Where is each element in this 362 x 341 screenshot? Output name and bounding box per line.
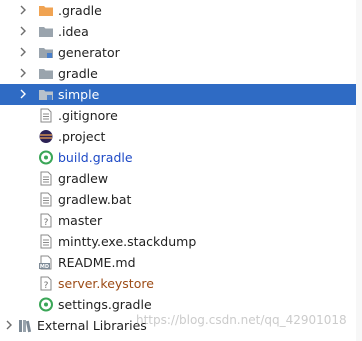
tree-item-gradlew-bat[interactable]: gradlew.bat (0, 189, 362, 210)
markdown-file-icon: MD (38, 255, 54, 270)
tree-item-server-keystore[interactable]: ? server.keystore (0, 273, 362, 294)
gradle-file-icon (38, 297, 54, 312)
tree-item-label: simple (58, 87, 100, 102)
unknown-file-icon: ? (38, 276, 54, 291)
svg-text:?: ? (44, 281, 49, 291)
tree-item-project[interactable]: .project (0, 126, 362, 147)
folder-grey-icon (38, 66, 54, 81)
text-file-icon (38, 192, 54, 207)
tree-item-label: server.keystore (58, 276, 154, 291)
svg-text:?: ? (44, 218, 49, 228)
library-icon (18, 318, 34, 333)
tree-item-label: External Libraries (37, 318, 147, 333)
vertical-scrollbar[interactable] (356, 0, 362, 341)
tree-item-label: .project (58, 129, 106, 144)
tree-item-label: gradlew (58, 171, 109, 186)
tree-item-readme[interactable]: MD README.md (0, 252, 362, 273)
tree-item-label: .gitignore (58, 108, 118, 123)
chevron-right-icon[interactable] (18, 5, 28, 15)
tree-item-gitignore[interactable]: .gitignore (0, 105, 362, 126)
tree-item-label: gradle (58, 66, 98, 81)
chevron-right-icon[interactable] (18, 89, 28, 99)
unknown-file-icon: ? (38, 213, 54, 228)
tree-item-gradlew[interactable]: gradlew (0, 168, 362, 189)
folder-grey-icon (38, 24, 54, 39)
folder-orange-icon (38, 3, 54, 18)
tree-item-generator[interactable]: generator (0, 42, 362, 63)
tree-item-label: settings.gradle (58, 297, 152, 312)
text-file-icon (38, 108, 54, 123)
chevron-right-icon[interactable] (4, 320, 14, 330)
svg-text:MD: MD (40, 264, 49, 270)
eclipse-project-icon (38, 129, 54, 144)
gradle-file-icon (38, 150, 54, 165)
tree-item-label: generator (58, 45, 120, 60)
tree-item-label: README.md (58, 255, 136, 270)
tree-item-mintty-stackdump[interactable]: mintty.exe.stackdump (0, 231, 362, 252)
tree-item-gradle-dir[interactable]: .gradle (0, 0, 362, 21)
chevron-right-icon[interactable] (18, 47, 28, 57)
text-file-icon (38, 234, 54, 249)
tree-item-label: mintty.exe.stackdump (58, 234, 197, 249)
tree-item-idea-dir[interactable]: .idea (0, 21, 362, 42)
tree-item-gradle-folder[interactable]: gradle (0, 63, 362, 84)
tree-item-label: build.gradle (58, 150, 133, 165)
tree-item-build-gradle[interactable]: build.gradle (0, 147, 362, 168)
tree-item-label: .idea (58, 24, 89, 39)
text-file-icon (38, 171, 54, 186)
tree-item-master[interactable]: ? master (0, 210, 362, 231)
module-folder-icon (38, 45, 54, 60)
tree-item-external-libraries[interactable]: External Libraries (0, 315, 362, 336)
tree-item-label: gradlew.bat (58, 192, 132, 207)
chevron-right-icon[interactable] (18, 26, 28, 36)
tree-item-settings-gradle[interactable]: settings.gradle (0, 294, 362, 315)
tree-item-label: .gradle (58, 3, 102, 18)
tree-item-simple[interactable]: simple (0, 84, 362, 105)
project-tree: .gradle .idea generator gradle simple .g… (0, 0, 362, 336)
module-folder-icon (38, 87, 54, 102)
chevron-right-icon[interactable] (18, 68, 28, 78)
tree-item-label: master (58, 213, 103, 228)
